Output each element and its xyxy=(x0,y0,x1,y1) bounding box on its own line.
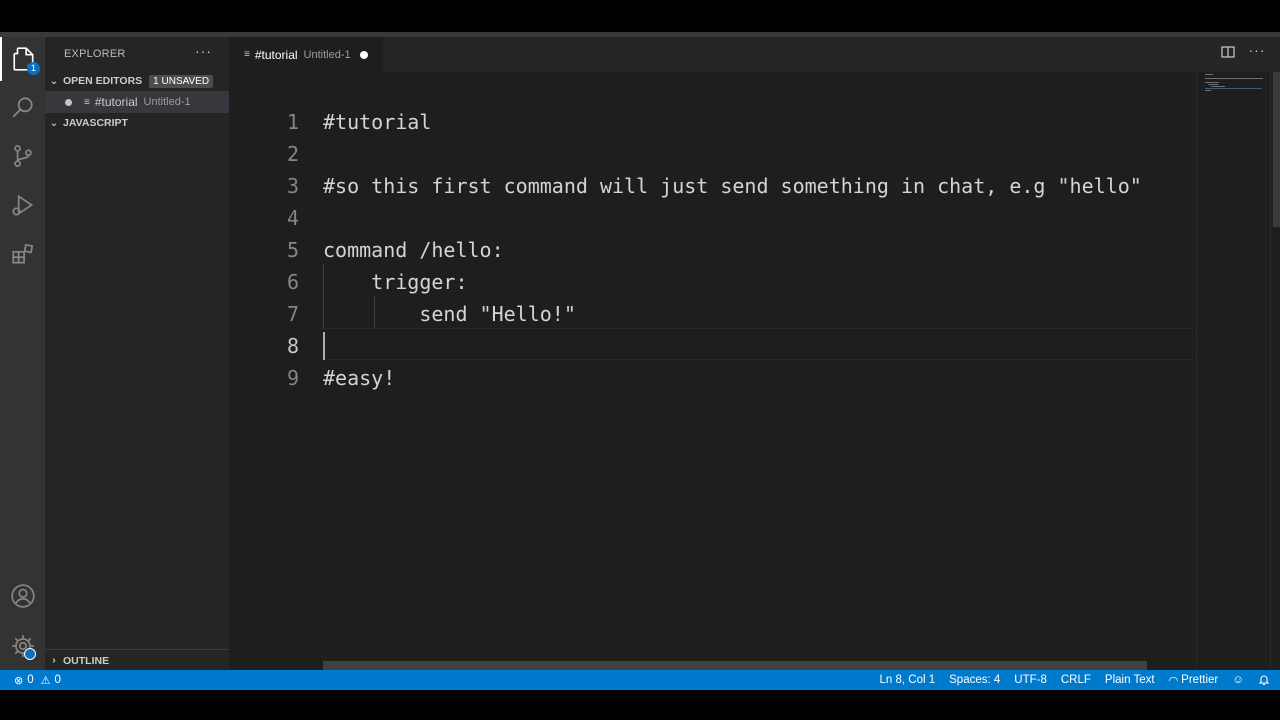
prettier-label: Prettier xyxy=(1181,674,1219,686)
code-line: send "Hello!" xyxy=(323,302,576,326)
vertical-scrollbar[interactable] xyxy=(1270,72,1280,670)
line-number: 2 xyxy=(286,142,299,166)
chevron-down-icon: ⌄ xyxy=(49,75,59,87)
code-line: #so this first command will just send so… xyxy=(323,174,1142,198)
minimap-line xyxy=(1205,82,1219,83)
error-icon: ⊗ xyxy=(14,674,24,687)
text-caret xyxy=(323,332,325,360)
activity-bar: 1 xyxy=(0,37,45,670)
line-number: 8 xyxy=(286,334,299,358)
feedback-icon[interactable]: ☺ xyxy=(1232,674,1244,686)
minimap[interactable] xyxy=(1196,72,1266,670)
cursor-position[interactable]: Ln 8, Col 1 xyxy=(880,674,936,686)
line-number: 6 xyxy=(286,270,299,294)
folder-label: JAVASCRIPT xyxy=(63,117,128,129)
open-editor-file-desc: Untitled-1 xyxy=(143,96,191,108)
search-icon[interactable] xyxy=(0,85,45,129)
minimap-line xyxy=(1205,78,1263,79)
code-line: #easy! xyxy=(323,366,396,390)
code-line: trigger: xyxy=(323,270,468,294)
split-editor-icon[interactable] xyxy=(1219,45,1237,63)
indentation[interactable]: Spaces: 4 xyxy=(949,674,1000,686)
folder-header[interactable]: ⌄ JAVASCRIPT xyxy=(45,112,229,134)
open-editors-header[interactable]: ⌄ OPEN EDITORS 1 UNSAVED xyxy=(45,70,229,92)
unsaved-badge: 1 UNSAVED xyxy=(149,74,214,88)
explorer-sidebar: EXPLORER ··· ⌄ OPEN EDITORS 1 UNSAVED ≡ … xyxy=(45,37,229,670)
line-number: 1 xyxy=(286,110,299,134)
chevron-right-icon: › xyxy=(52,655,56,666)
problems-indicator[interactable]: ⊗ 0 ⚠ 0 xyxy=(14,670,61,690)
error-count: 0 xyxy=(27,674,34,686)
line-number: 7 xyxy=(286,302,299,326)
vscode-window: 1 EXPLORER ··· ⌄ OPEN EDITORS 1 UNSAVED … xyxy=(0,37,1280,690)
editor-tab-bar: ≡ #tutorial Untitled-1 ··· xyxy=(229,37,1280,72)
outline-header[interactable]: › OUTLINE xyxy=(45,649,229,671)
notifications-bell-icon[interactable] xyxy=(1258,674,1270,686)
more-actions-icon[interactable]: ··· xyxy=(1248,42,1266,60)
window-bottom-band xyxy=(0,690,1280,720)
outline-label: OUTLINE xyxy=(63,654,110,667)
code-line: #tutorial xyxy=(323,110,432,134)
chevron-down-icon: ⌄ xyxy=(49,117,59,129)
line-number: 4 xyxy=(286,206,299,230)
tab-tutorial[interactable]: ≡ #tutorial Untitled-1 xyxy=(229,37,383,72)
minimap-line xyxy=(1211,86,1225,87)
extensions-icon[interactable] xyxy=(0,232,45,276)
minimap-line xyxy=(1205,74,1213,75)
open-editor-file-name: #tutorial xyxy=(94,95,138,109)
account-icon[interactable] xyxy=(0,574,45,618)
status-bar-right: Ln 8, Col 1 Spaces: 4 UTF-8 CRLF Plain T… xyxy=(866,670,1271,690)
current-line-highlight xyxy=(323,328,1193,360)
warning-count: 0 xyxy=(54,674,61,686)
vertical-scrollbar-thumb[interactable] xyxy=(1273,72,1280,227)
horizontal-scrollbar-thumb[interactable] xyxy=(323,661,1147,670)
open-editors-label: OPEN EDITORS xyxy=(63,75,143,87)
update-clock-icon xyxy=(24,648,36,660)
loading-icon: ◠ xyxy=(1168,674,1179,687)
end-of-line[interactable]: CRLF xyxy=(1061,674,1091,686)
unsaved-dot-icon[interactable] xyxy=(359,50,368,59)
settings-gear-icon[interactable] xyxy=(0,624,45,668)
source-control-icon[interactable] xyxy=(0,134,45,178)
encoding[interactable]: UTF-8 xyxy=(1014,674,1047,686)
explorer-title: EXPLORER xyxy=(64,48,126,60)
warning-icon: ⚠ xyxy=(40,674,51,687)
unsaved-dot-icon[interactable] xyxy=(65,98,72,106)
line-number: 9 xyxy=(286,366,299,390)
code-editor[interactable]: 1 2 3 4 5 6 7 8 9 #tutorial #so this fir… xyxy=(229,72,1280,670)
minimap-line xyxy=(1208,84,1218,85)
minimap-line xyxy=(1205,88,1262,89)
plaintext-file-icon: ≡ xyxy=(84,96,90,108)
line-number: 5 xyxy=(286,238,299,262)
tab-file-name: #tutorial xyxy=(254,47,298,62)
window-top-band xyxy=(0,0,1280,32)
explorer-more-actions[interactable]: ··· xyxy=(195,43,212,59)
language-mode[interactable]: Plain Text xyxy=(1105,674,1155,686)
files-icon[interactable]: 1 xyxy=(0,37,45,81)
prettier-status[interactable]: ◠ Prettier xyxy=(1169,674,1219,687)
line-number: 3 xyxy=(286,174,299,198)
status-bar: ⊗ 0 ⚠ 0 Ln 8, Col 1 Spaces: 4 UTF-8 CRLF… xyxy=(0,670,1280,690)
plaintext-file-icon: ≡ xyxy=(244,49,250,60)
minimap-line xyxy=(1205,90,1211,91)
run-debug-icon[interactable] xyxy=(0,183,45,227)
tab-file-desc: Untitled-1 xyxy=(303,48,351,61)
code-line: command /hello: xyxy=(323,238,504,262)
explorer-badge: 1 xyxy=(27,62,40,75)
open-editor-item[interactable]: ≡ #tutorial Untitled-1 xyxy=(45,91,229,113)
